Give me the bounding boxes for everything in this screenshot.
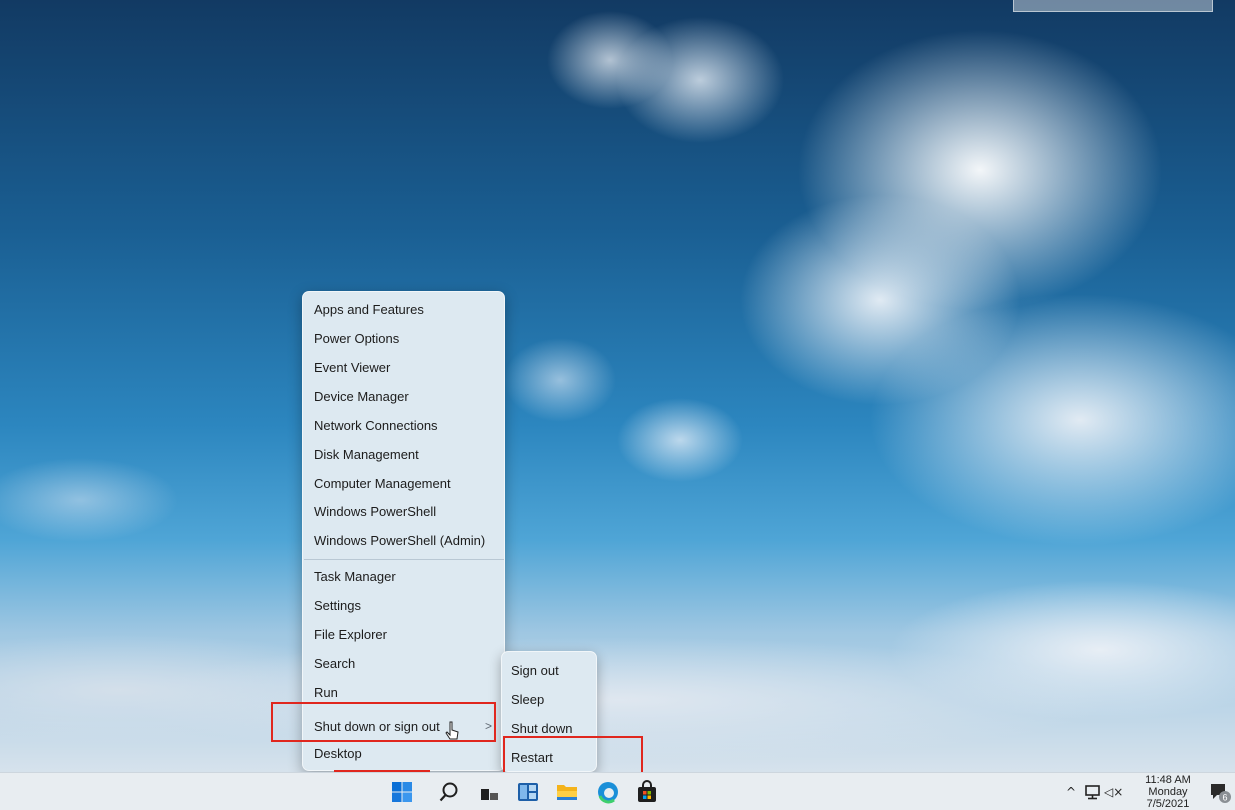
edge-icon[interactable] [596, 780, 620, 804]
search-icon[interactable] [437, 780, 461, 804]
clock-time: 11:48 AM [1145, 774, 1191, 786]
store-icon[interactable] [635, 780, 659, 804]
menu-item-network-connections[interactable]: Network Connections [303, 411, 504, 440]
menu-item-device-manager[interactable]: Device Manager [303, 382, 504, 411]
menu-item-settings[interactable]: Settings [303, 591, 504, 620]
menu-item-task-manager[interactable]: Task Manager [303, 562, 504, 591]
windows-start-icon[interactable] [390, 780, 414, 804]
menu-item-search[interactable]: Search [303, 649, 504, 678]
menu-item-windows-powershell-admin[interactable]: Windows PowerShell (Admin) [303, 526, 504, 555]
menu-item-file-explorer[interactable]: File Explorer [303, 620, 504, 649]
network-icon[interactable] [1083, 783, 1103, 801]
menu-item-windows-powershell[interactable]: Windows PowerShell [303, 497, 504, 526]
task-view-icon[interactable] [477, 780, 501, 804]
menu-item-disk-management[interactable]: Disk Management [303, 440, 504, 469]
notification-badge: 6 [1222, 793, 1227, 803]
winx-context-menu: Apps and Features Power Options Event Vi… [302, 291, 505, 771]
menu-item-desktop[interactable]: Desktop [303, 739, 504, 768]
taskbar-clock[interactable]: 11:48 AM Monday 7/5/2021 [1136, 774, 1200, 810]
menu-item-event-viewer[interactable]: Event Viewer [303, 353, 504, 382]
taskbar: ^ ◁× 11:48 AM Monday 7/5/2021 6 [0, 772, 1235, 810]
volume-muted-icon[interactable]: ◁× [1104, 785, 1123, 799]
submenu-item-sleep[interactable]: Sleep [502, 685, 596, 714]
window-edge [1013, 0, 1213, 12]
highlight-restart [503, 736, 643, 774]
widgets-icon[interactable] [516, 780, 540, 804]
menu-divider [304, 559, 504, 560]
clock-date: 7/5/2021 [1146, 798, 1190, 810]
desktop-wallpaper [0, 0, 1235, 772]
menu-item-computer-management[interactable]: Computer Management [303, 469, 504, 498]
clock-day: Monday [1148, 786, 1188, 798]
show-hidden-icons-chevron-icon[interactable]: ^ [1066, 785, 1076, 799]
submenu-item-sign-out[interactable]: Sign out [502, 656, 596, 685]
file-explorer-icon[interactable] [555, 780, 579, 804]
highlight-shut-down-or-sign-out [271, 702, 496, 742]
menu-item-power-options[interactable]: Power Options [303, 324, 504, 353]
menu-item-apps-and-features[interactable]: Apps and Features [303, 295, 504, 324]
notification-center-icon[interactable]: 6 [1208, 781, 1232, 805]
mouse-cursor-icon [445, 721, 459, 740]
